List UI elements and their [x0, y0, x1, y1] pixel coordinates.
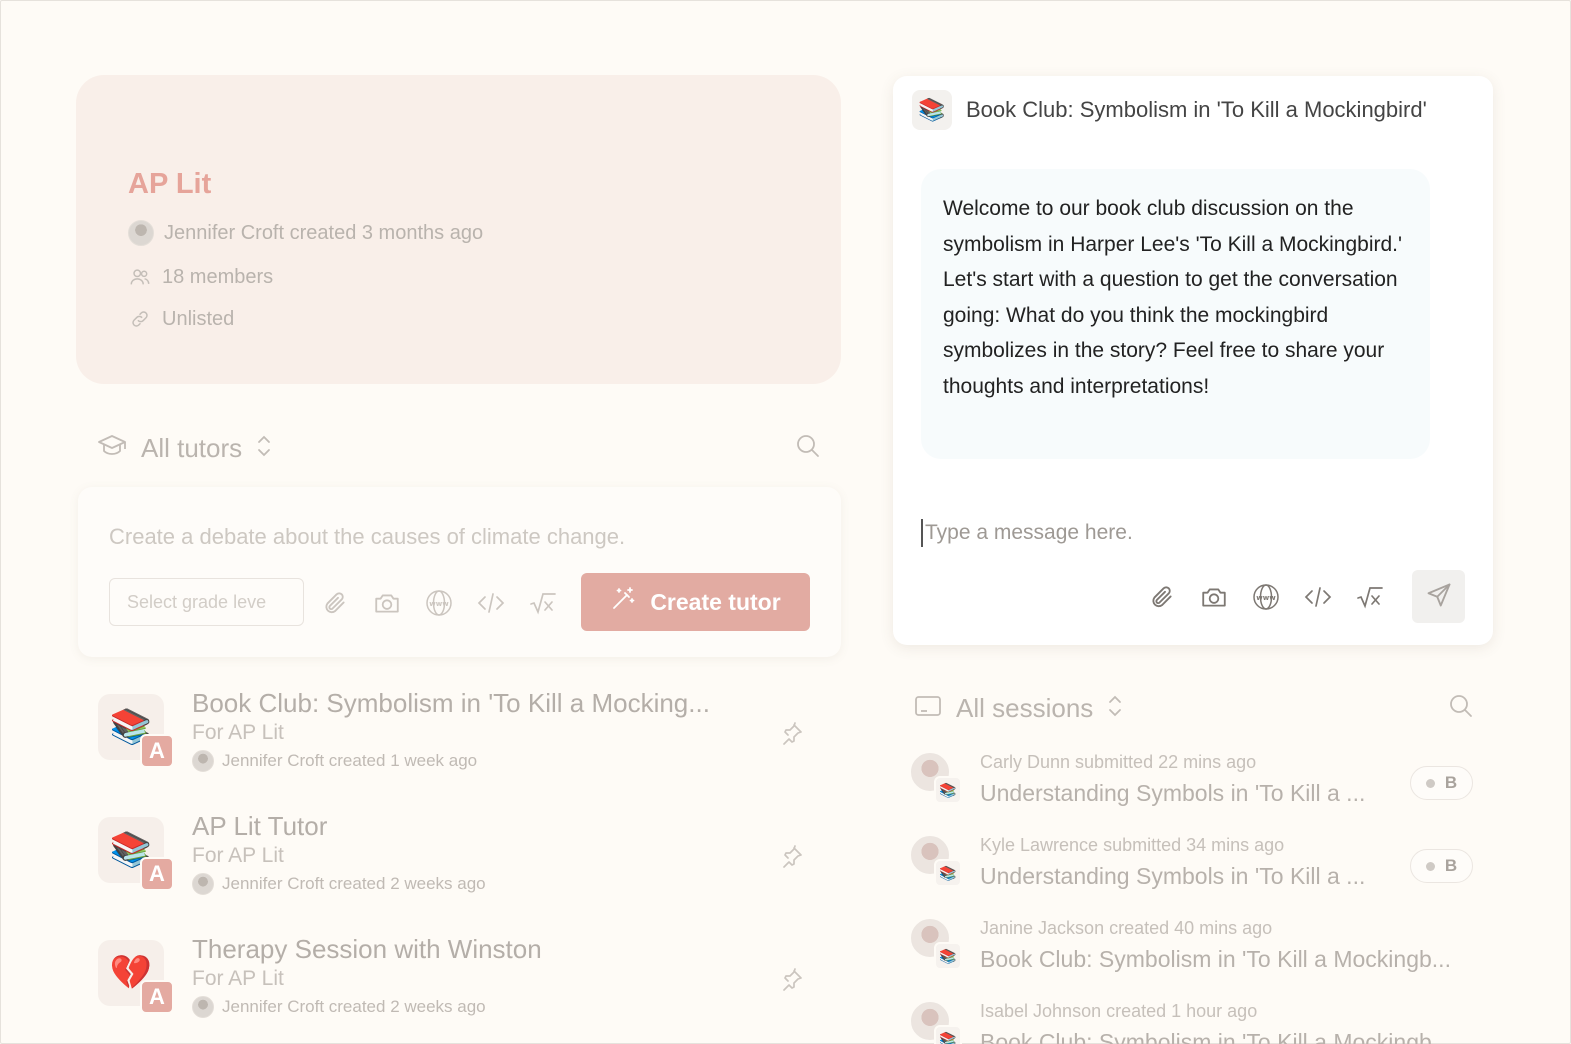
class-members-text: 18 members [162, 265, 274, 288]
tutor-meta: Jennifer Croft created 2 weeks ago [192, 873, 486, 895]
square-root-icon[interactable] [1351, 578, 1389, 616]
class-badge: A [140, 734, 174, 768]
class-visibility-text: Unlisted [162, 307, 235, 330]
send-button[interactable] [1412, 570, 1465, 623]
tutor-title: Therapy Session with Winston [192, 934, 542, 964]
graduation-cap-icon [97, 433, 127, 464]
search-icon[interactable] [1448, 693, 1474, 724]
sort-chevrons-icon[interactable] [1107, 694, 1123, 723]
message-input[interactable]: Type a message here. [921, 519, 1133, 547]
pin-icon[interactable] [778, 966, 806, 994]
tutor-list-item[interactable]: 📚 A AP Lit Tutor For AP Lit Jennifer Cro… [98, 811, 818, 934]
send-icon [1425, 581, 1453, 612]
search-icon[interactable] [795, 433, 821, 464]
chat-tools: www [1143, 578, 1389, 616]
chat-title: Book Club: Symbolism in 'To Kill a Mocki… [966, 97, 1427, 122]
link-icon [128, 307, 152, 331]
avatar [192, 873, 214, 895]
tutor-subtitle: For AP Lit [192, 967, 284, 990]
globe-www-icon[interactable]: www [1247, 578, 1285, 616]
magic-wand-icon [610, 586, 636, 618]
avatar [128, 220, 154, 246]
assistant-message: Welcome to our book club discussion on t… [921, 169, 1430, 459]
globe-www-icon[interactable]: www [420, 584, 458, 622]
tutor-list: 📚 A Book Club: Symbolism in 'To Kill a M… [98, 688, 818, 1044]
pin-icon[interactable] [778, 720, 806, 748]
paperclip-icon[interactable] [316, 584, 354, 622]
grade-level-select[interactable]: Select grade leve [109, 578, 304, 626]
sessions-filter-label[interactable]: All sessions [956, 693, 1093, 724]
square-root-icon[interactable] [524, 584, 562, 622]
tutors-header: All tutors [97, 428, 821, 468]
class-badge: A [140, 857, 174, 891]
svg-text:www: www [1256, 594, 1276, 602]
tutor-title: AP Lit Tutor [192, 811, 328, 841]
create-tutor-label: Create tutor [650, 588, 781, 615]
svg-text:www: www [429, 600, 449, 608]
composer-tools: www [316, 584, 562, 622]
class-members[interactable]: 18 members [128, 265, 273, 289]
tutor-subtitle: For AP Lit [192, 844, 284, 867]
pin-icon[interactable] [778, 843, 806, 871]
tutor-meta-text: Jennifer Croft created 1 week ago [222, 751, 478, 770]
users-icon [128, 265, 152, 289]
camera-icon[interactable] [1195, 578, 1233, 616]
class-creator-text: Jennifer Croft created 3 months ago [164, 221, 484, 244]
class-creator: Jennifer Croft created 3 months ago [128, 220, 483, 246]
tutor-meta-text: Jennifer Croft created 2 weeks ago [222, 997, 486, 1016]
sessions-header: All sessions [914, 688, 1474, 728]
tutor-list-item[interactable]: 💔 A Therapy Session with Winston For AP … [98, 934, 818, 1044]
tutor-subtitle: For AP Lit [192, 721, 284, 744]
class-card: AP Lit Jennifer Croft created 3 months a… [76, 75, 841, 384]
camera-icon[interactable] [368, 584, 406, 622]
tutor-meta-text: Jennifer Croft created 2 weeks ago [222, 874, 486, 893]
class-badge: A [140, 980, 174, 1014]
avatar [192, 996, 214, 1018]
chat-panel: 📚 Book Club: Symbolism in 'To Kill a Moc… [893, 76, 1493, 645]
tutor-meta: Jennifer Croft created 2 weeks ago [192, 996, 486, 1018]
tutor-meta: Jennifer Croft created 1 week ago [192, 750, 477, 772]
tutor-title: Book Club: Symbolism in 'To Kill a Mocki… [192, 688, 710, 718]
class-visibility[interactable]: Unlisted [128, 307, 234, 331]
paperclip-icon[interactable] [1143, 578, 1181, 616]
class-title: AP Lit [128, 168, 212, 200]
code-icon[interactable] [1299, 578, 1337, 616]
tutors-filter-label[interactable]: All tutors [141, 433, 242, 464]
tutor-list-item[interactable]: 📚 A Book Club: Symbolism in 'To Kill a M… [98, 688, 818, 811]
tablet-icon [914, 694, 942, 723]
books-icon: 📚 [912, 90, 952, 130]
tutor-prompt-input[interactable]: Create a debate about the causes of clim… [109, 524, 625, 550]
code-icon[interactable] [472, 584, 510, 622]
tutor-composer: Create a debate about the causes of clim… [78, 487, 841, 657]
sort-chevrons-icon[interactable] [256, 434, 272, 463]
avatar [192, 750, 214, 772]
create-tutor-button[interactable]: Create tutor [581, 573, 810, 631]
